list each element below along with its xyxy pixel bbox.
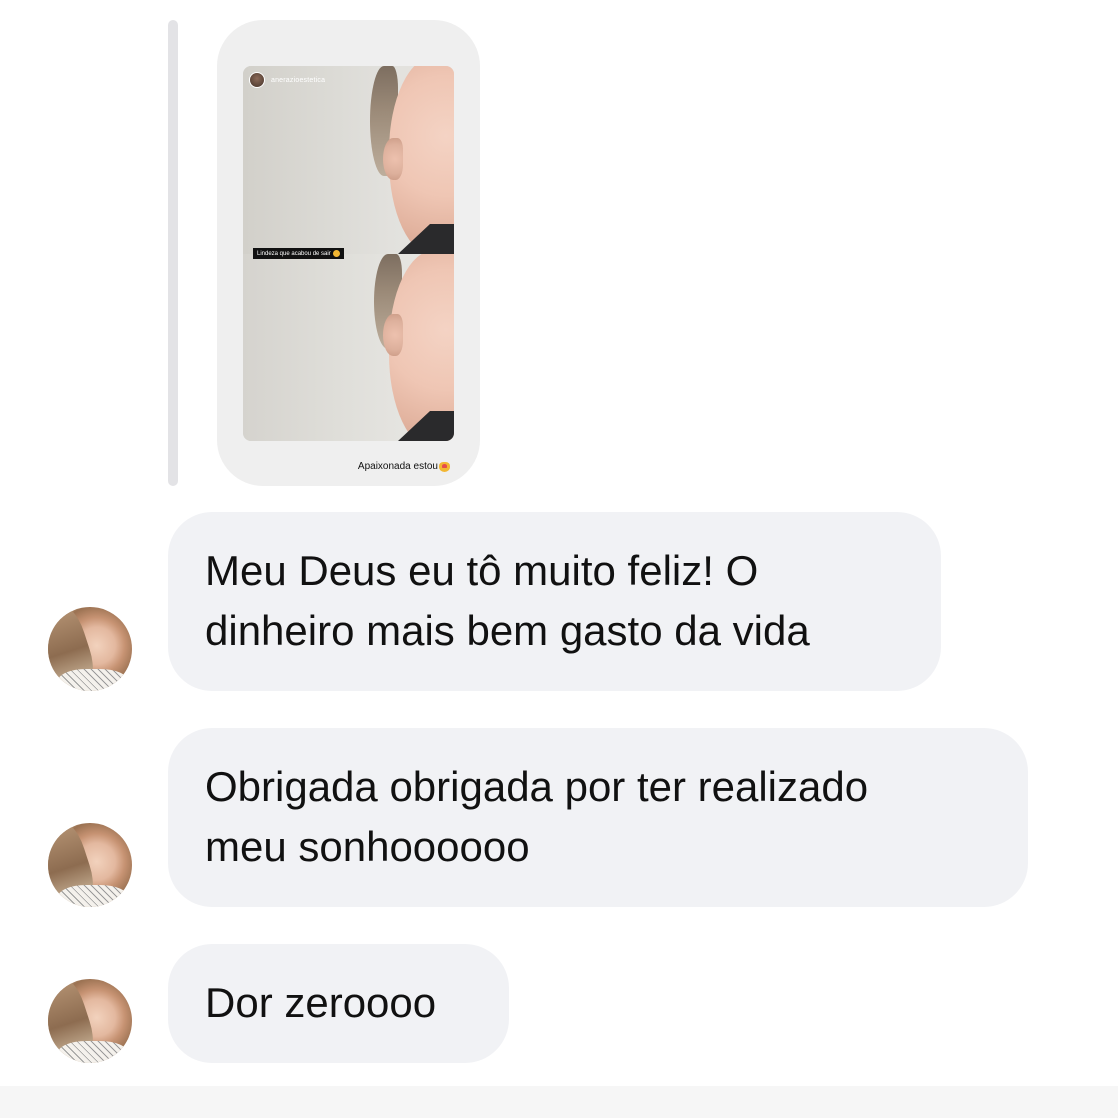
story-photo-after <box>243 254 454 441</box>
message-avatar[interactable] <box>48 979 132 1063</box>
story-account[interactable]: anerazioestetica <box>249 72 325 88</box>
message-text-line: Dor zeroooo <box>205 979 437 1026</box>
story-account-avatar <box>249 72 265 88</box>
message-text-line: dinheiro mais bem gasto da vida <box>205 607 810 654</box>
message-text-line: Obrigada obrigada por ter realizado <box>205 763 869 810</box>
grinning-face-icon <box>332 250 340 257</box>
story-reply-label: Apaixonada estou <box>357 461 438 472</box>
message-text-line: meu sonhoooooo <box>205 823 530 870</box>
story-photo-before <box>243 66 454 254</box>
story-account-name: anerazioestetica <box>271 76 326 84</box>
story-reply-line <box>168 20 178 486</box>
message-bubble[interactable]: Obrigada obrigada por ter realizado meu … <box>168 728 1028 907</box>
story-caption-text: Lindeza que acabou de sair <box>257 250 331 257</box>
bottom-bar <box>0 1086 1118 1118</box>
message-avatar[interactable] <box>48 607 132 691</box>
message-avatar[interactable] <box>48 823 132 907</box>
ear <box>383 314 403 356</box>
story-preview-image[interactable]: anerazioestetica Lindeza que acabou de s… <box>243 66 454 441</box>
message-bubble[interactable]: Meu Deus eu tô muito feliz! O dinheiro m… <box>168 512 941 691</box>
message-bubble[interactable]: Dor zeroooo <box>168 944 509 1063</box>
message-text-line: Meu Deus eu tô muito feliz! O <box>205 547 759 594</box>
smiling-face-with-hearts-icon <box>439 461 450 472</box>
ear <box>383 138 403 180</box>
story-reply-text: Apaixonada estou <box>358 461 450 472</box>
story-reply-card[interactable]: anerazioestetica Lindeza que acabou de s… <box>217 20 480 486</box>
story-caption: Lindeza que acabou de sair <box>253 248 344 259</box>
